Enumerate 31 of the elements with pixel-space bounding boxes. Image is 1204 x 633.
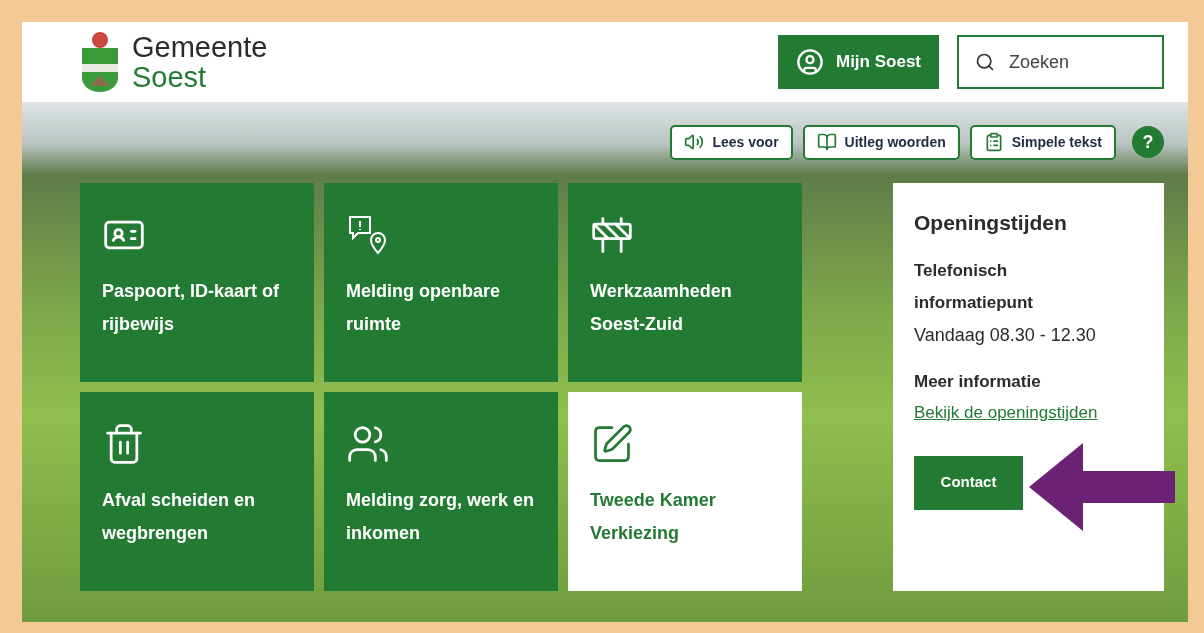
service-tile[interactable]: Afval scheiden en wegbrengen <box>80 392 314 591</box>
panel-title: Openingstijden <box>914 210 1067 236</box>
coat-of-arms-logo <box>80 30 120 94</box>
tile-label: Melding zorg, werk en inkomen <box>346 489 536 545</box>
book-icon <box>816 132 837 152</box>
tile-label: Afval scheiden en wegbrengen <box>102 489 257 545</box>
service-tile[interactable]: Paspoort, ID-kaart of rijbewijs <box>80 183 314 382</box>
service-tile[interactable]: Werkzaamheden Soest-Zuid <box>568 183 802 382</box>
opening-time: Vandaag 08.30 - 12.30 <box>914 323 1096 347</box>
tile-label: Tweede Kamer Verkiezing <box>590 489 717 545</box>
logo-text: Gemeente <box>132 32 268 62</box>
toolbar-button[interactable]: Lees voor <box>670 124 793 160</box>
service-tile[interactable]: Melding openbare ruimte <box>324 183 558 382</box>
account-button[interactable]: Mijn Soest <box>778 35 939 89</box>
service-tile[interactable]: Melding zorg, werk en inkomen <box>324 392 558 591</box>
tile-label: Paspoort, ID-kaart of rijbewijs <box>102 280 281 336</box>
search-field[interactable]: Zoeken <box>957 35 1164 89</box>
user-icon <box>796 48 824 76</box>
info-heading: Meer informatie <box>914 370 1041 393</box>
logo-text: Soest <box>132 62 208 92</box>
speaker-icon <box>684 132 705 152</box>
service-tile[interactable]: Tweede Kamer Verkiezing <box>568 392 802 591</box>
search-icon <box>975 52 995 72</box>
tile-label: Melding openbare ruimte <box>346 280 501 336</box>
panel-subtitle: Telefonisch informatiepunt <box>914 259 1034 314</box>
tile-label: Werkzaamheden Soest-Zuid <box>590 280 733 336</box>
toolbar-button[interactable]: Uitleg woorden <box>802 124 960 160</box>
help-button[interactable]: ? <box>1132 126 1164 158</box>
toolbar-button[interactable]: Simpele tekst <box>969 124 1116 160</box>
contact-button[interactable]: Contact <box>914 455 1023 510</box>
opening-hours-link[interactable]: Bekijk de openingstijden <box>914 400 1098 426</box>
